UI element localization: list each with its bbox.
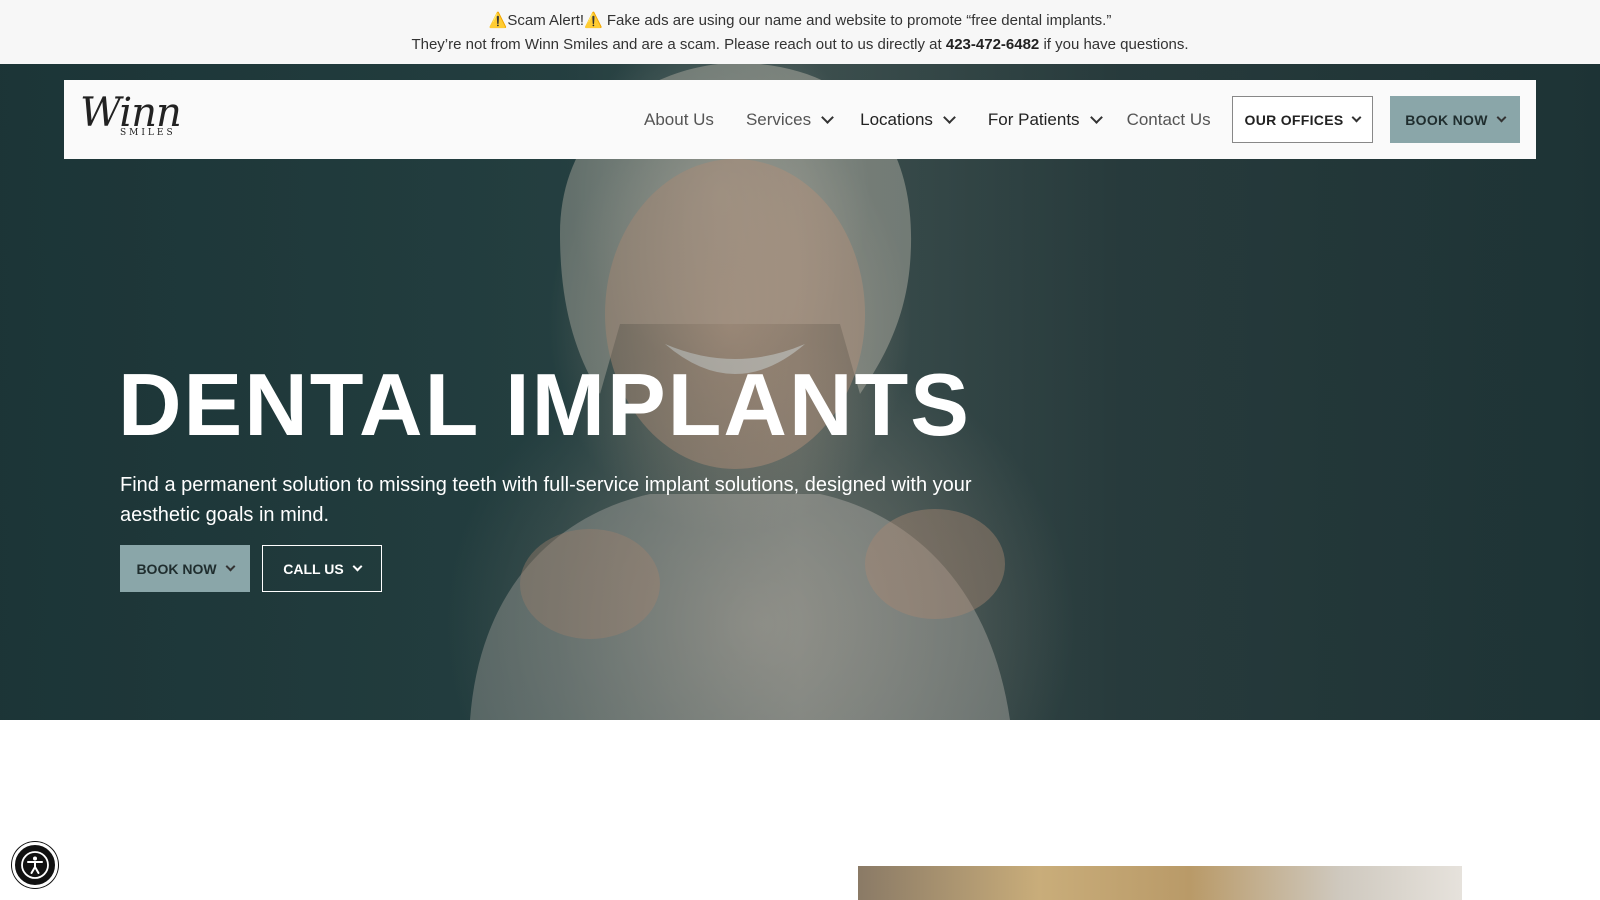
nav-item-locations[interactable]: Locations (860, 109, 956, 130)
nav-item-label: Locations (860, 109, 933, 129)
nav-item-label: About Us (644, 109, 714, 129)
chevron-down-icon (1089, 110, 1103, 124)
nav-item-for-patients[interactable]: For Patients (987, 109, 1103, 130)
scam-alert-bar: ⚠️Scam Alert!⚠️ Fake ads are using our n… (0, 0, 1600, 64)
alert-line-2: They’re not from Winn Smiles and are a s… (0, 33, 1600, 57)
logo-sub-text: SMILES (120, 128, 176, 138)
alert-text-after: if you have questions. (1039, 36, 1189, 53)
our-offices-button[interactable]: OUR OFFICES (1232, 96, 1373, 143)
nav-item-contact-us[interactable]: Contact Us (1127, 110, 1211, 130)
alert-text-before: They’re not from Winn Smiles and are a s… (411, 36, 946, 53)
chevron-down-icon (225, 561, 235, 572)
hero-subtitle: Find a permanent solution to missing tee… (120, 474, 972, 526)
chevron-down-icon (1496, 112, 1507, 123)
chevron-down-icon (352, 561, 363, 572)
nav-item-label: For Patients (987, 109, 1080, 129)
winn-smiles-logo[interactable]: Winn SMILES (80, 90, 182, 144)
nav-item-about-us[interactable]: About Us (644, 110, 714, 130)
our-offices-label: OUR OFFICES (1244, 111, 1344, 128)
chevron-down-icon (821, 110, 834, 124)
nav-links: About Us Services Locations For Patients… (644, 80, 1211, 159)
book-now-nav-button[interactable]: BOOK NOW (1390, 96, 1520, 143)
accessibility-button[interactable] (12, 842, 58, 888)
chevron-down-icon (943, 110, 956, 124)
hero-book-now-button[interactable]: BOOK NOW (120, 545, 250, 592)
hero-book-now-label: BOOK NOW (136, 560, 217, 577)
nav-item-label: Contact Us (1126, 109, 1211, 129)
nav-item-services[interactable]: Services (745, 109, 834, 130)
content-image (858, 866, 1462, 900)
main-navigation: Winn SMILES About Us Services Locations … (64, 80, 1536, 159)
nav-item-label: Services (745, 109, 812, 129)
page-title: DENTAL IMPLANTS (118, 355, 971, 454)
book-now-nav-label: BOOK NOW (1405, 111, 1488, 128)
alert-line-1: ⚠️Scam Alert!⚠️ Fake ads are using our n… (488, 12, 1112, 29)
accessibility-icon (21, 851, 49, 879)
hero-call-us-button[interactable]: CALL US (262, 545, 382, 592)
alert-phone-link[interactable]: 423-472-6482 (946, 36, 1039, 53)
chevron-down-icon (1352, 112, 1362, 123)
hero-call-us-label: CALL US (283, 560, 344, 577)
